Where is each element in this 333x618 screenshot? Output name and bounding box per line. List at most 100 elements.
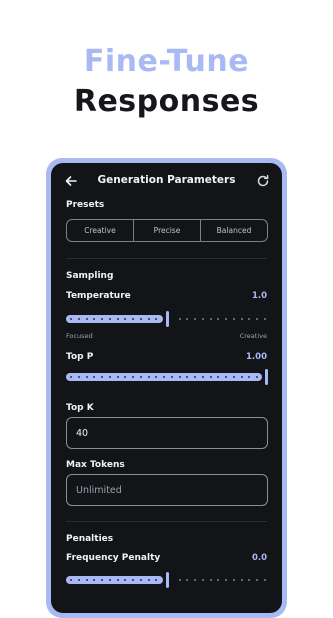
preset-balanced-button[interactable]: Balanced	[201, 220, 267, 241]
slider-tick	[155, 318, 158, 320]
slider-tick	[70, 376, 72, 378]
presets-section-title: Presets	[66, 200, 105, 210]
slider-thumb[interactable]	[265, 369, 268, 385]
slider-tick	[93, 579, 96, 581]
slider-tick	[124, 376, 127, 378]
slider-tick	[209, 318, 212, 320]
slider-tick	[201, 579, 204, 581]
top-p-label: Top P	[66, 352, 94, 362]
slider-tick	[217, 318, 220, 320]
temperature-max-hint: Creative	[239, 332, 267, 340]
app-screen: Generation Parameters Presets Creative P…	[51, 163, 282, 613]
slider-tick	[217, 579, 220, 581]
slider-tick	[209, 579, 212, 581]
slider-tick	[155, 376, 158, 378]
slider-tick	[225, 318, 228, 320]
slider-tick	[116, 579, 119, 581]
preset-precise-button[interactable]: Precise	[134, 220, 201, 241]
slider-tick	[139, 376, 142, 378]
section-divider	[66, 258, 267, 259]
slider-thumb[interactable]	[166, 572, 169, 588]
top-p-slider[interactable]	[66, 369, 268, 385]
max-tokens-input[interactable]: Unlimited	[66, 474, 268, 506]
preset-creative-button[interactable]: Creative	[67, 220, 134, 241]
top-k-input-value: 40	[76, 427, 89, 439]
slider-tick	[209, 376, 212, 378]
slider-tick	[77, 579, 80, 581]
slider-tick	[77, 376, 80, 378]
frequency-penalty-label: Frequency Penalty	[66, 553, 161, 563]
promo-headline-accent: Fine-Tune	[83, 44, 250, 79]
refresh-icon[interactable]	[255, 173, 271, 189]
slider-tick	[132, 579, 135, 581]
slider-tick	[77, 318, 80, 320]
slider-tick	[225, 579, 228, 581]
slider-tick	[108, 376, 111, 378]
temperature-slider[interactable]	[66, 311, 268, 327]
slider-tick	[186, 318, 189, 320]
max-tokens-label: Max Tokens	[66, 460, 125, 470]
slider-tick	[101, 318, 104, 320]
penalties-section-title: Penalties	[66, 534, 114, 544]
slider-tick	[85, 318, 88, 320]
slider-tick	[124, 318, 127, 320]
top-p-value: 1.00	[246, 352, 267, 362]
section-divider	[66, 521, 267, 522]
slider-tick	[194, 376, 197, 378]
slider-tick	[256, 318, 259, 320]
app-bar: Generation Parameters	[51, 163, 282, 199]
frequency-penalty-slider[interactable]	[66, 572, 268, 588]
slider-tick	[85, 376, 88, 378]
slider-tick	[225, 376, 228, 378]
preset-segmented-control: Creative Precise Balanced	[66, 219, 268, 242]
slider-tick	[201, 318, 204, 320]
slider-tick	[256, 579, 259, 581]
top-k-input[interactable]: 40	[66, 417, 268, 449]
slider-tick	[232, 579, 235, 581]
slider-tick	[70, 318, 72, 320]
slider-tick	[116, 376, 119, 378]
slider-tick	[101, 579, 104, 581]
slider-tick	[217, 376, 220, 378]
temperature-min-hint: Focused	[66, 332, 93, 340]
slider-tick	[139, 318, 142, 320]
slider-tick	[178, 579, 181, 581]
frequency-penalty-value: 0.0	[251, 553, 267, 563]
slider-tick	[186, 579, 189, 581]
slider-tick	[139, 579, 142, 581]
slider-tick	[248, 318, 251, 320]
top-k-label: Top K	[66, 403, 94, 413]
slider-tick	[264, 579, 266, 581]
slider-tick	[178, 376, 181, 378]
slider-tick-marks	[66, 376, 268, 378]
slider-tick	[108, 579, 111, 581]
promo-headline: Responses	[73, 84, 260, 119]
slider-tick	[132, 376, 135, 378]
slider-tick	[170, 376, 173, 378]
slider-tick	[70, 579, 72, 581]
page-title: Generation Parameters	[97, 174, 236, 186]
slider-tick	[178, 318, 181, 320]
slider-tick	[256, 376, 259, 378]
slider-tick	[147, 376, 150, 378]
slider-tick	[147, 318, 150, 320]
temperature-label: Temperature	[66, 291, 131, 301]
slider-tick	[248, 376, 251, 378]
slider-tick	[124, 579, 127, 581]
slider-tick	[163, 376, 166, 378]
slider-tick	[240, 376, 243, 378]
slider-tick	[116, 318, 119, 320]
slider-tick	[85, 579, 88, 581]
slider-tick	[194, 318, 197, 320]
slider-tick	[248, 579, 251, 581]
slider-tick	[155, 579, 158, 581]
slider-tick	[240, 318, 243, 320]
slider-tick	[264, 318, 266, 320]
slider-tick	[232, 318, 235, 320]
slider-tick	[186, 376, 189, 378]
slider-tick	[194, 579, 197, 581]
slider-tick	[201, 376, 204, 378]
slider-thumb[interactable]	[166, 311, 169, 327]
slider-tick	[132, 318, 135, 320]
max-tokens-placeholder: Unlimited	[76, 484, 122, 496]
